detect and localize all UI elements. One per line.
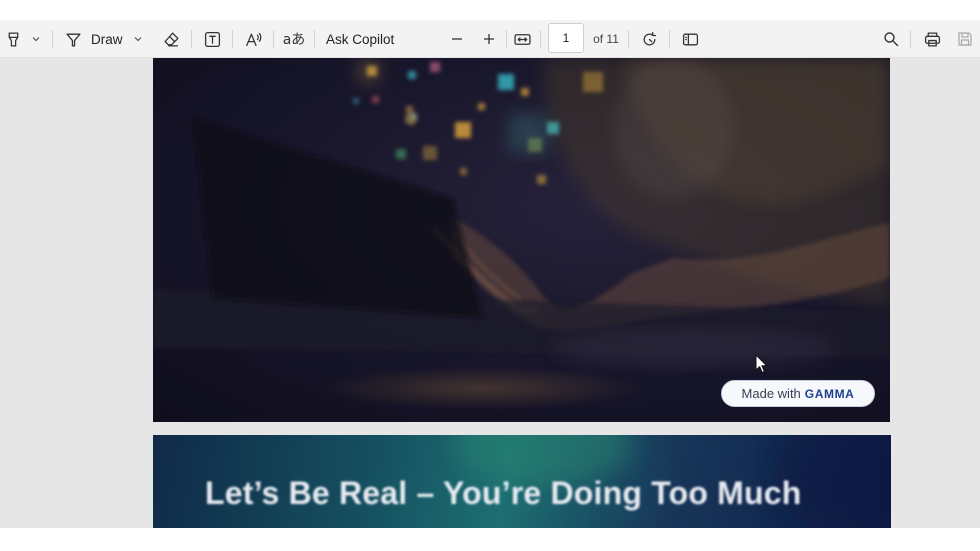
made-with-gamma-badge[interactable]: Made with GAMMA (721, 380, 875, 407)
zoom-in-icon (482, 32, 496, 46)
rotate-button[interactable] (638, 20, 660, 58)
toolbar-separator (628, 30, 629, 48)
highlight-icon (5, 31, 22, 48)
toolbar-separator (910, 30, 911, 48)
page-number-value: 1 (562, 31, 570, 45)
save-icon (957, 31, 973, 47)
zoom-in-button[interactable] (478, 20, 500, 58)
print-button[interactable] (921, 20, 943, 58)
page-view-button[interactable] (679, 20, 701, 58)
toolbar-separator (52, 30, 53, 48)
draw-label: Draw (91, 31, 123, 47)
pdf-page-1: Made with GAMMA (153, 58, 890, 422)
search-button[interactable] (880, 20, 902, 58)
print-icon (924, 31, 941, 48)
badge-prefix: Made with (741, 386, 801, 401)
toolbar-separator (540, 30, 541, 48)
highlight-button[interactable] (2, 20, 24, 58)
toolbar-separator (314, 30, 315, 48)
window-top-strip (0, 0, 980, 20)
zoom-out-button[interactable] (446, 20, 468, 58)
page-total-label: of 11 (593, 32, 619, 46)
toolbar-separator (669, 30, 670, 48)
window-bottom-strip (0, 528, 980, 551)
fit-to-width-button[interactable] (511, 20, 533, 58)
page-number-input[interactable]: 1 (548, 23, 584, 53)
chevron-down-icon (133, 34, 143, 44)
fit-width-icon (513, 31, 531, 48)
search-icon (883, 31, 899, 47)
rotate-icon (641, 31, 658, 48)
toolbar-separator (232, 30, 233, 48)
slide-2-title: Let’s Be Real – You’re Doing Too Much (205, 475, 802, 511)
toolbar-separator (191, 30, 192, 48)
mouse-pointer-icon (755, 354, 769, 379)
page-view-icon (682, 31, 699, 48)
save-button[interactable] (954, 20, 976, 58)
ask-copilot-button[interactable]: Ask Copilot (326, 20, 398, 58)
draw-button[interactable]: Draw (62, 20, 124, 58)
add-text-button[interactable] (201, 20, 223, 58)
text-box-icon (204, 31, 221, 48)
translate-button[interactable]: aあ (282, 20, 306, 58)
highlight-dropdown[interactable] (28, 20, 44, 58)
slide-background-image (153, 58, 890, 410)
draw-dropdown[interactable] (130, 20, 146, 58)
read-aloud-button[interactable] (242, 20, 264, 58)
document-viewer[interactable]: Made with GAMMA Let’s Be Real – You’re D… (0, 58, 980, 528)
pdf-toolbar: Draw aあ Ask Copilot 1 of 11 (0, 20, 980, 58)
pdf-page-2: Let’s Be Real – You’re Doing Too Much (153, 435, 891, 528)
read-aloud-icon (245, 31, 262, 48)
toolbar-separator (273, 30, 274, 48)
page-total: of 11 (591, 20, 621, 58)
gamma-logo-text: GAMMA (804, 386, 855, 401)
translate-icon: aあ (282, 32, 306, 48)
chevron-down-icon (31, 34, 41, 44)
toolbar-separator (506, 30, 507, 48)
eraser-icon (163, 31, 180, 48)
draw-icon (65, 31, 82, 48)
zoom-out-icon (450, 32, 464, 46)
erase-button[interactable] (160, 20, 182, 58)
ask-copilot-label: Ask Copilot (326, 31, 395, 47)
